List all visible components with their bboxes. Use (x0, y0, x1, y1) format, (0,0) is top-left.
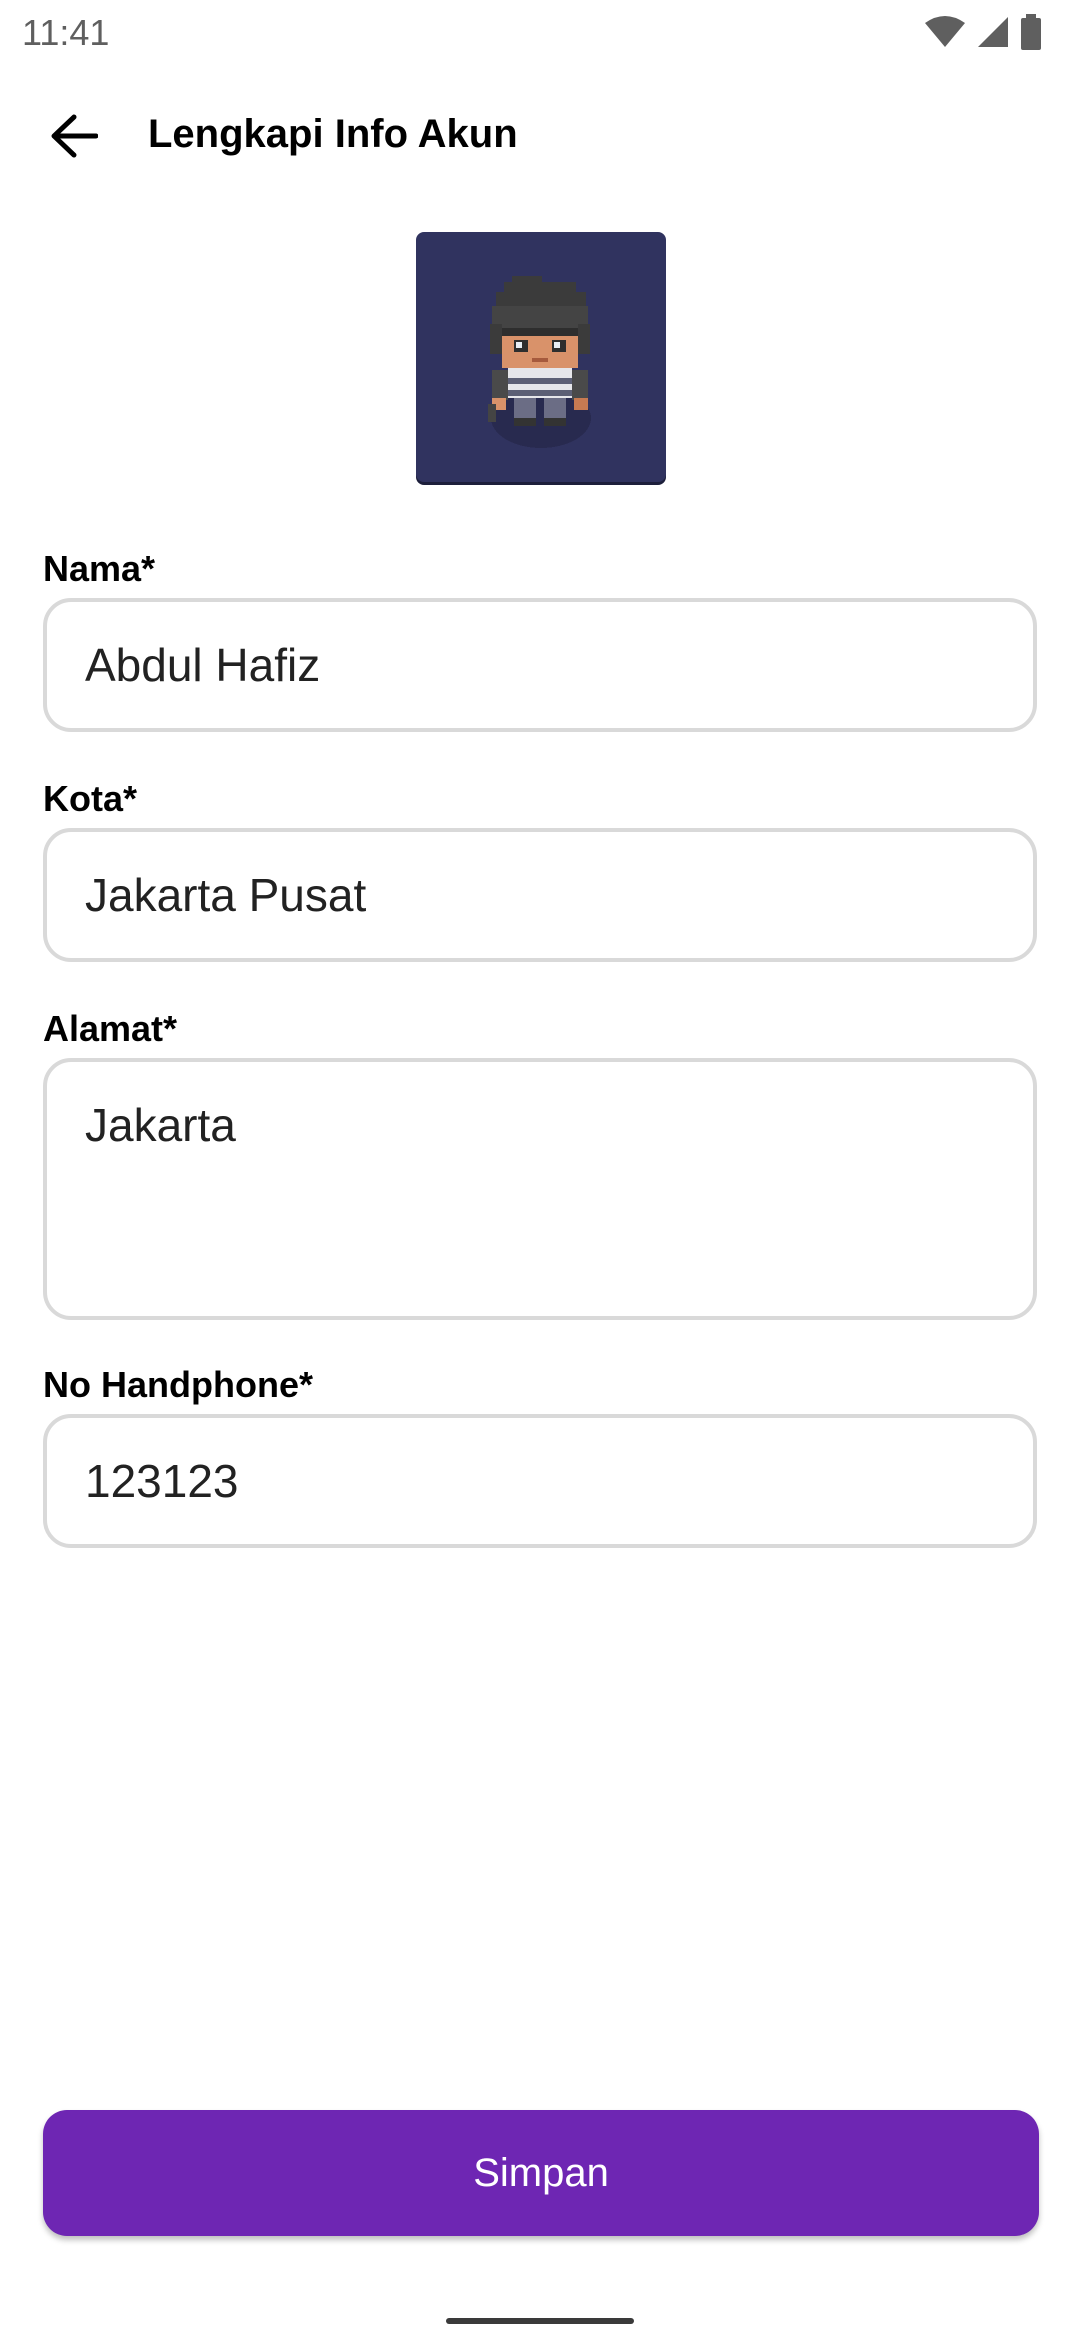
city-label: Kota* (43, 778, 138, 819)
wifi-icon (924, 15, 966, 49)
name-input[interactable] (43, 598, 1037, 732)
pixel-character-avatar-icon (488, 276, 591, 448)
status-icons (924, 14, 1042, 50)
address-textarea[interactable]: Jakarta (43, 1058, 1037, 1320)
status-bar: 11:41 (0, 0, 1080, 64)
gesture-navigation-bar[interactable] (446, 2318, 634, 2324)
phone-label: No Handphone* (43, 1364, 313, 1405)
phone-input[interactable] (43, 1414, 1037, 1548)
city-input[interactable] (43, 828, 1037, 962)
address-label: Alamat* (43, 1008, 178, 1049)
save-button[interactable]: Simpan (43, 2110, 1039, 2236)
app-bar: Lengkapi Info Akun (0, 90, 1080, 186)
avatar[interactable] (416, 232, 666, 482)
name-label: Nama* (43, 548, 156, 589)
battery-icon (1020, 14, 1042, 50)
back-button[interactable] (34, 90, 114, 186)
status-time: 11:41 (22, 12, 110, 53)
page-title: Lengkapi Info Akun (148, 112, 518, 156)
signal-icon (976, 15, 1010, 49)
arrow-back-icon (50, 114, 99, 163)
